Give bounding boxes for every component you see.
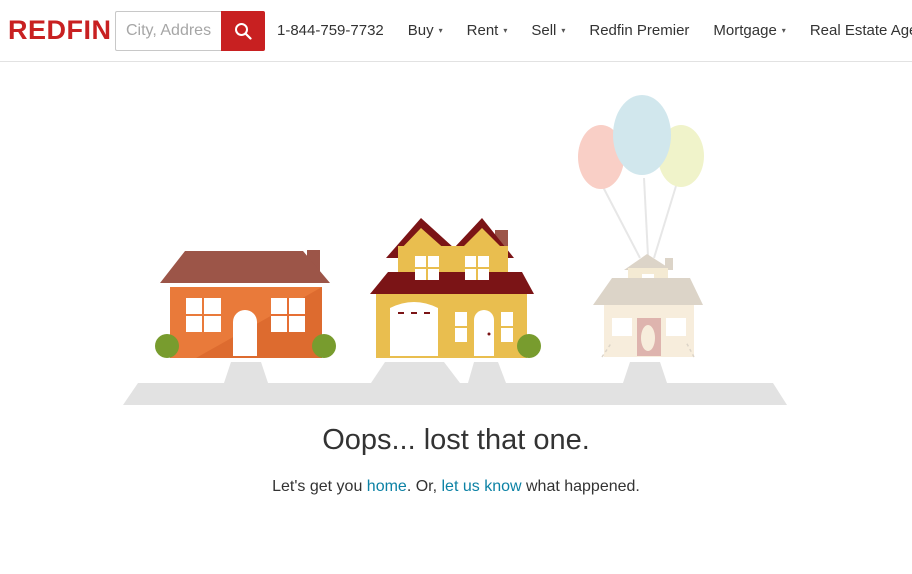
nav-mortgage-label: Mortgage: [713, 22, 777, 39]
nav-mortgage[interactable]: Mortgage ▾: [713, 22, 785, 39]
home-link[interactable]: home: [367, 478, 407, 495]
search-bar: [115, 10, 265, 51]
nav-sell[interactable]: Sell ▾: [531, 22, 565, 39]
chevron-down-icon: ▾: [561, 26, 566, 35]
chevron-down-icon: ▾: [503, 26, 508, 35]
ground-road: [123, 362, 787, 405]
phone-number-link[interactable]: 1-844-759-7732: [277, 22, 384, 39]
floating-house-icon: [578, 95, 704, 358]
error-headline: Oops... lost that one.: [322, 424, 590, 456]
error-message: Let's get you home. Or, let us know what…: [0, 478, 912, 496]
error-message-suffix: what happened.: [521, 478, 640, 495]
nav-real-estate-agents[interactable]: Real Estate Agents: [810, 22, 912, 39]
yellow-house-icon: [370, 218, 534, 358]
nav-sell-label: Sell: [531, 22, 557, 39]
search-input[interactable]: [115, 10, 221, 51]
nav-redfin-premier-label: Redfin Premier: [589, 22, 690, 39]
nav-rent-label: Rent: [466, 22, 499, 39]
chevron-down-icon: ▾: [781, 26, 786, 35]
bush-icon: [517, 334, 541, 358]
contact-link[interactable]: let us know: [442, 478, 522, 495]
nav-redfin-premier[interactable]: Redfin Premier: [589, 22, 689, 39]
redfin-logo[interactable]: REDFIN: [8, 15, 111, 46]
search-icon: [235, 22, 252, 40]
error-message-middle: . Or,: [406, 478, 442, 495]
error-message-prefix: Let's get you: [272, 478, 367, 495]
main-nav: 1-844-759-7732 Buy ▾ Rent ▾ Sell ▾ Redfin P…: [277, 22, 912, 39]
nav-real-estate-agents-label: Real Estate Agents: [809, 22, 912, 39]
lost-house-illustration: [123, 95, 787, 405]
orange-house-icon: [160, 250, 330, 358]
nav-buy-label: Buy: [407, 22, 434, 39]
balloon-icon: [613, 95, 671, 175]
site-header: REDFIN 1-844-759-7732 Buy ▾ Rent ▾ Sell ▾ R…: [0, 0, 912, 62]
chevron-down-icon: ▾: [438, 26, 443, 35]
search-button[interactable]: [221, 10, 265, 51]
nav-buy[interactable]: Buy ▾: [408, 22, 443, 39]
nav-rent[interactable]: Rent ▾: [467, 22, 508, 39]
